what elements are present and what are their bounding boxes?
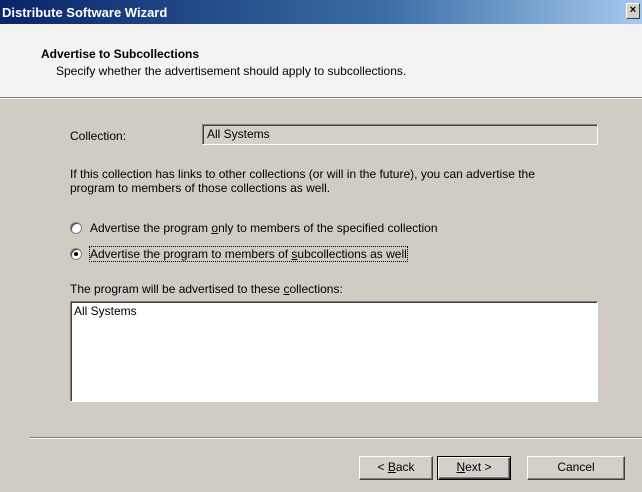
wizard-window: Distribute Software Wizard × Advertise t…: [0, 0, 642, 492]
page-subtitle: Specify whether the advertisement should…: [56, 64, 407, 78]
title-bar: Distribute Software Wizard ×: [0, 0, 642, 24]
collections-list-label: The program will be advertised to these …: [70, 282, 343, 296]
radio-button-only-specified[interactable]: [70, 222, 82, 234]
radio-button-subcollections[interactable]: [70, 248, 82, 260]
collection-field: All Systems: [202, 124, 598, 145]
back-button[interactable]: < Back: [359, 456, 433, 480]
page-title: Advertise to Subcollections: [41, 47, 200, 61]
cancel-button[interactable]: Cancel: [527, 456, 625, 480]
info-text-line-2: program to members of those collections …: [70, 181, 331, 195]
collections-listbox[interactable]: All Systems: [70, 301, 598, 402]
window-title: Distribute Software Wizard: [2, 4, 168, 20]
radio-option-subcollections[interactable]: Advertise the program to members of subc…: [70, 246, 408, 262]
next-button[interactable]: Next >: [437, 456, 511, 480]
footer-divider: [30, 437, 642, 439]
wizard-header: Advertise to Subcollections Specify whet…: [0, 24, 642, 97]
info-text-line-1: If this collection has links to other co…: [70, 167, 535, 181]
radio-option-only-specified[interactable]: Advertise the program only to members of…: [70, 221, 438, 235]
close-icon[interactable]: ×: [626, 3, 640, 19]
radio-label-only-specified: Advertise the program only to members of…: [90, 221, 438, 235]
collection-label: Collection:: [70, 129, 127, 143]
list-item[interactable]: All Systems: [74, 304, 594, 318]
radio-label-subcollections: Advertise the program to members of subc…: [89, 246, 408, 262]
